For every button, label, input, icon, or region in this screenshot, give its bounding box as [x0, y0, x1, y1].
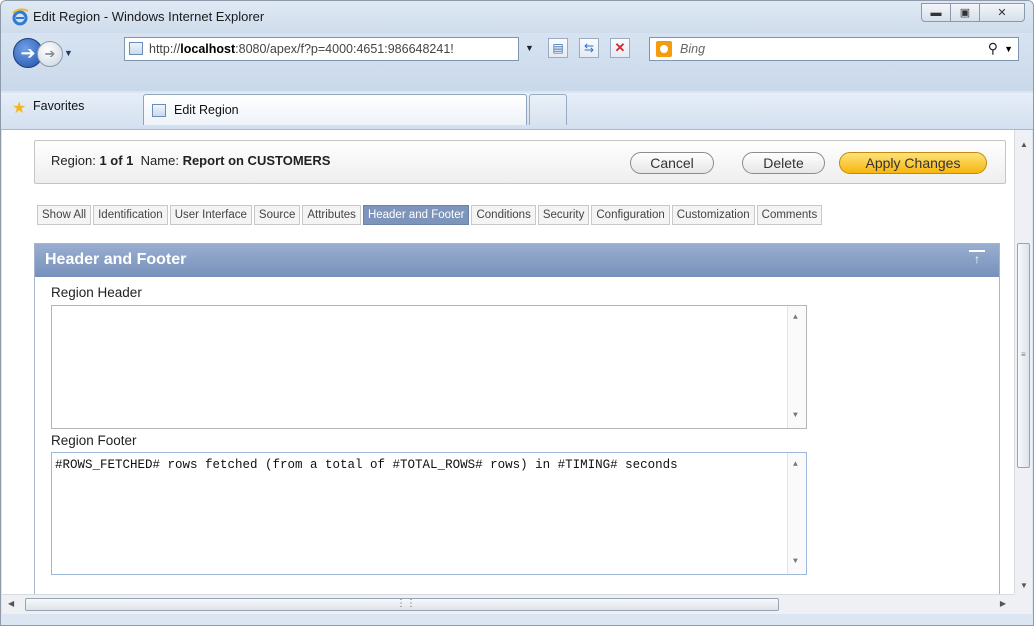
horizontal-scroll-thumb[interactable]: ⋮⋮: [25, 598, 779, 611]
forward-arrow-icon: ➔: [44, 46, 56, 61]
tab-show-all[interactable]: Show All: [37, 205, 92, 225]
search-input[interactable]: Bing: [680, 42, 705, 56]
tab-page-icon: [152, 104, 166, 117]
scroll-up-icon[interactable]: ▲: [793, 457, 798, 473]
scroll-down-icon[interactable]: ▼: [793, 408, 798, 424]
tab-comments[interactable]: Comments: [756, 205, 823, 225]
region-toolbar: Region: 1 of 1 Name: Report on CUSTOMERS…: [34, 140, 1006, 184]
region-footer-label: Region Footer: [51, 433, 137, 448]
scroll-up-icon[interactable]: ▲: [793, 310, 798, 326]
refresh-icon: ⇆: [583, 41, 595, 55]
stop-icon: ✕: [614, 40, 626, 55]
region-header-textarea[interactable]: ▲ ▼: [51, 305, 807, 429]
window-controls: ▬ ▣ ✕: [921, 3, 1025, 22]
favorites-bar: ★ Favorites Edit Region: [1, 93, 1033, 130]
internet-explorer-icon: [12, 8, 29, 26]
page-content: Region: 1 of 1 Name: Report on CUSTOMERS…: [2, 130, 1014, 594]
favorites-star-icon[interactable]: ★: [12, 98, 26, 118]
navigation-bar: ➔ ➔ ▼ http://localhost:8080/apex/f?p=400…: [1, 33, 1033, 91]
region-info: Region: 1 of 1 Name: Report on CUSTOMERS: [51, 153, 331, 168]
search-dropdown-icon[interactable]: ▼: [1004, 44, 1013, 54]
minimize-icon: ▬: [930, 6, 942, 19]
bing-icon: [656, 41, 672, 57]
grip-icon: ⋮⋮: [396, 598, 416, 609]
minimize-button[interactable]: ▬: [921, 3, 951, 22]
region-footer-value: #ROWS_FETCHED# rows fetched (from a tota…: [55, 458, 678, 472]
scroll-right-icon[interactable]: ▶: [1000, 599, 1006, 608]
browser-tab-edit-region[interactable]: Edit Region: [143, 94, 527, 125]
tab-security[interactable]: Security: [537, 205, 590, 225]
compatibility-view-button[interactable]: ▤: [548, 38, 568, 58]
apply-changes-button[interactable]: Apply Changes: [839, 152, 987, 174]
panel-title: Header and Footer: [45, 251, 187, 268]
scroll-down-icon[interactable]: ▼: [793, 554, 798, 570]
section-tabs: Show All Identification User Interface S…: [37, 205, 824, 227]
maximize-button[interactable]: ▣: [950, 3, 980, 22]
scrollbar-corner: [1014, 594, 1032, 614]
scroll-down-icon[interactable]: ▼: [1020, 581, 1028, 590]
new-tab-button[interactable]: [529, 94, 567, 125]
refresh-button[interactable]: ⇆: [579, 38, 599, 58]
vertical-scroll-thumb[interactable]: ≡: [1017, 243, 1030, 468]
back-arrow-icon: ➔: [20, 42, 36, 63]
delete-button[interactable]: Delete: [742, 152, 825, 174]
close-button[interactable]: ✕: [979, 3, 1025, 22]
tab-user-interface[interactable]: User Interface: [169, 205, 252, 225]
maximize-icon: ▣: [959, 7, 971, 19]
tab-configuration[interactable]: Configuration: [591, 205, 670, 225]
window-title: Edit Region - Windows Internet Explorer: [33, 9, 265, 24]
favorites-button[interactable]: Favorites: [33, 99, 84, 113]
address-dropdown-icon[interactable]: ▼: [525, 43, 534, 53]
grip-icon: ≡: [1021, 350, 1026, 359]
tab-identification[interactable]: Identification: [93, 205, 168, 225]
region-footer-scrollbar[interactable]: ▲ ▼: [787, 453, 806, 574]
tab-title: Edit Region: [174, 103, 239, 117]
panel-header: Header and Footer ↑: [35, 244, 999, 277]
region-header-label: Region Header: [51, 285, 142, 300]
region-header-scrollbar[interactable]: ▲ ▼: [787, 306, 806, 428]
stop-button[interactable]: ✕: [610, 38, 630, 58]
close-icon: ✕: [997, 7, 1007, 19]
search-box[interactable]: Bing ⚲ ▼: [649, 37, 1019, 61]
browser-window: Edit Region - Windows Internet Explorer …: [0, 0, 1034, 626]
compatibility-view-icon: ▤: [552, 41, 564, 55]
title-bar: Edit Region - Windows Internet Explorer …: [1, 1, 1033, 33]
scroll-left-icon[interactable]: ◀: [8, 599, 14, 608]
tab-conditions[interactable]: Conditions: [471, 205, 536, 225]
header-footer-panel: Header and Footer ↑ Region Header ▲ ▼ Re…: [34, 243, 1000, 594]
tab-customization[interactable]: Customization: [671, 205, 755, 225]
search-icon[interactable]: ⚲: [988, 40, 998, 57]
tab-header-and-footer[interactable]: Header and Footer: [362, 205, 470, 225]
tab-attributes[interactable]: Attributes: [302, 205, 361, 225]
page-vertical-scrollbar[interactable]: ▲ ≡ ▼: [1014, 130, 1032, 594]
page-horizontal-scrollbar[interactable]: ◀ ⋮⋮ ▶: [2, 594, 1014, 614]
collapse-to-top-icon[interactable]: ↑: [969, 250, 985, 270]
scroll-up-icon[interactable]: ▲: [1020, 140, 1028, 149]
address-bar[interactable]: http://localhost:8080/apex/f?p=4000:4651…: [124, 37, 519, 61]
history-dropdown-icon[interactable]: ▼: [64, 48, 73, 58]
tab-source[interactable]: Source: [253, 205, 301, 225]
region-footer-textarea[interactable]: #ROWS_FETCHED# rows fetched (from a tota…: [51, 452, 807, 575]
forward-button[interactable]: ➔: [37, 41, 63, 67]
url-text[interactable]: http://localhost:8080/apex/f?p=4000:4651…: [149, 42, 514, 56]
page-icon: [129, 42, 143, 55]
cancel-button[interactable]: Cancel: [630, 152, 714, 174]
